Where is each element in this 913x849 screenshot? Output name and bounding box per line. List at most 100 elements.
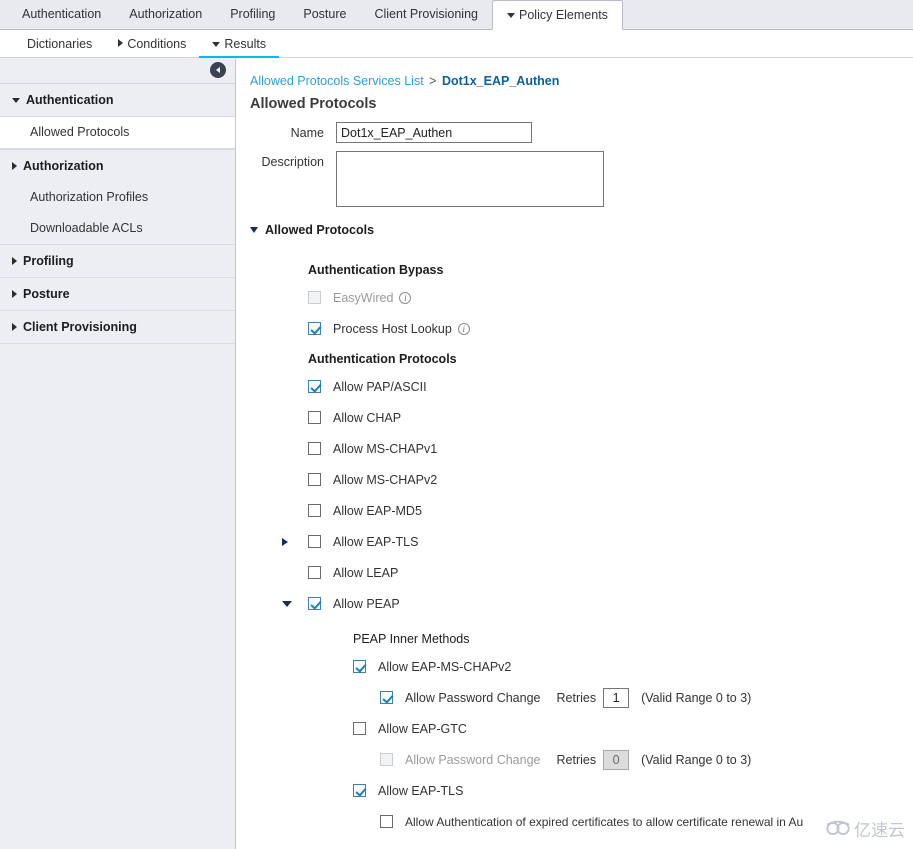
gtc-range-hint: (Valid Range 0 to 3) <box>641 752 752 767</box>
easywired-label: EasyWired <box>333 290 394 305</box>
allow-pap-ascii-label: Allow PAP/ASCII <box>333 379 427 394</box>
easywired-checkbox[interactable] <box>308 291 321 304</box>
allow-ms-chapv1-label: Allow MS-CHAPv1 <box>333 441 438 456</box>
sidebar-item-allowed-protocols[interactable]: Allowed Protocols <box>0 116 235 149</box>
tab-client-provisioning[interactable]: Client Provisioning <box>360 0 492 29</box>
allow-pap-ascii-checkbox[interactable] <box>308 380 321 393</box>
allow-leap-label: Allow LEAP <box>333 565 399 580</box>
description-textarea[interactable] <box>336 151 604 207</box>
triangle-down-icon <box>250 227 258 233</box>
sidebar-item-posture-label: Posture <box>23 287 70 301</box>
subtab-dictionaries[interactable]: Dictionaries <box>14 30 105 58</box>
option-row-easywired: EasyWired i <box>308 282 913 313</box>
expired-certificates-checkbox[interactable] <box>380 815 393 828</box>
chevron-down-icon <box>212 41 221 47</box>
tab-profiling[interactable]: Profiling <box>216 0 289 29</box>
main-content: Allowed Protocols Services List > Dot1x_… <box>236 58 913 849</box>
allow-leap-checkbox[interactable] <box>308 566 321 579</box>
allow-eap-gtc-checkbox[interactable] <box>353 722 366 735</box>
allow-eap-ms-chapv2-checkbox[interactable] <box>353 660 366 673</box>
triangle-down-icon <box>12 97 20 103</box>
sidebar-item-authorization-profiles[interactable]: Authorization Profiles <box>0 182 235 213</box>
gtc-retries-label: Retries <box>556 752 597 767</box>
chevron-left-icon <box>215 67 220 73</box>
tab-authorization-label: Authorization <box>129 7 203 21</box>
option-row-process-host-lookup: Process Host Lookup i <box>308 313 913 344</box>
description-label: Description <box>261 155 324 169</box>
breadcrumb-current: Dot1x_EAP_Authen <box>441 74 560 88</box>
sidebar-item-client-provisioning[interactable]: Client Provisioning <box>0 311 235 343</box>
tab-authentication[interactable]: Authentication <box>8 0 115 29</box>
info-icon[interactable]: i <box>457 322 470 335</box>
name-input[interactable] <box>336 122 532 143</box>
sidebar-item-client-provisioning-label: Client Provisioning <box>23 320 137 334</box>
option-row-expired-certificates: Allow Authentication of expired certific… <box>380 806 913 837</box>
process-host-lookup-checkbox[interactable] <box>308 322 321 335</box>
sidebar-item-downloadable-acls-label: Downloadable ACLs <box>30 221 143 235</box>
authentication-bypass-heading: Authentication Bypass <box>308 263 444 277</box>
gtc-retries-input[interactable] <box>603 749 630 770</box>
option-row-allow-eap-tls: Allow EAP-TLS <box>282 526 913 557</box>
gtc-password-change-checkbox[interactable] <box>380 753 393 766</box>
nav-group-posture: Posture <box>0 278 235 311</box>
peap-inner-methods-group: PEAP Inner Methods Allow EAP-MS-CHAPv2 A… <box>353 632 913 837</box>
option-row-allow-pap-ascii: Allow PAP/ASCII <box>308 371 913 402</box>
tab-policy-elements[interactable]: Policy Elements <box>492 0 623 30</box>
option-row-peap-allow-eap-tls: Allow EAP-TLS <box>353 775 913 806</box>
tab-policy-elements-label: Policy Elements <box>519 8 608 22</box>
tab-authorization[interactable]: Authorization <box>115 0 216 29</box>
secondary-tab-bar: Dictionaries Conditions Results <box>0 30 913 59</box>
allow-eap-md5-checkbox[interactable] <box>308 504 321 517</box>
peap-inner-methods-heading: PEAP Inner Methods <box>353 632 470 646</box>
allow-eap-tls-checkbox[interactable] <box>308 535 321 548</box>
expired-certificates-label: Allow Authentication of expired certific… <box>405 814 804 829</box>
sidebar-item-authorization[interactable]: Authorization <box>0 150 235 182</box>
page-body: Authentication Allowed Protocols Authori… <box>0 58 913 849</box>
option-row-allow-chap: Allow CHAP <box>308 402 913 433</box>
nav-group-client-provisioning: Client Provisioning <box>0 311 235 344</box>
allowed-protocols-section-header[interactable]: Allowed Protocols <box>250 223 913 237</box>
expand-arrow-down-icon[interactable] <box>282 600 292 607</box>
breadcrumb: Allowed Protocols Services List > Dot1x_… <box>250 74 913 88</box>
allow-ms-chapv1-checkbox[interactable] <box>308 442 321 455</box>
mschapv2-retries-input[interactable] <box>603 687 630 708</box>
sidebar-item-profiling[interactable]: Profiling <box>0 245 235 277</box>
mschapv2-password-change-label: Allow Password Change <box>405 690 541 705</box>
sidebar-collapse-button[interactable] <box>210 62 226 78</box>
allow-ms-chapv2-checkbox[interactable] <box>308 473 321 486</box>
subtab-results[interactable]: Results <box>199 30 279 59</box>
sidebar-item-posture[interactable]: Posture <box>0 278 235 310</box>
info-icon[interactable]: i <box>399 291 412 304</box>
sidebar-header <box>0 58 235 84</box>
authentication-protocols-heading: Authentication Protocols <box>308 352 457 366</box>
allow-peap-checkbox[interactable] <box>308 597 321 610</box>
name-form-row: Name <box>250 122 913 143</box>
nav-group-authorization: Authorization Authorization Profiles Dow… <box>0 150 235 245</box>
option-row-allow-eap-gtc: Allow EAP-GTC <box>353 713 913 744</box>
nav-group-authentication: Authentication Allowed Protocols <box>0 84 235 150</box>
tab-profiling-label: Profiling <box>230 7 276 21</box>
mschapv2-password-change-checkbox[interactable] <box>380 691 393 704</box>
gtc-password-change-label: Allow Password Change <box>405 752 541 767</box>
sidebar-item-authentication[interactable]: Authentication <box>0 84 235 116</box>
sidebar-item-allowed-protocols-label: Allowed Protocols <box>30 125 130 139</box>
tab-posture[interactable]: Posture <box>289 0 360 29</box>
sidebar: Authentication Allowed Protocols Authori… <box>0 58 236 849</box>
breadcrumb-link[interactable]: Allowed Protocols Services List <box>250 74 424 88</box>
expand-arrow-right-icon[interactable] <box>282 537 288 546</box>
nav-group-profiling: Profiling <box>0 245 235 278</box>
tab-posture-label: Posture <box>303 7 347 21</box>
triangle-right-icon <box>12 290 17 298</box>
option-row-allow-ms-chapv2: Allow MS-CHAPv2 <box>308 464 913 495</box>
authentication-bypass-group: Authentication Bypass EasyWired i Proces… <box>308 263 913 344</box>
chevron-right-icon <box>118 38 124 47</box>
triangle-right-icon <box>12 323 17 331</box>
option-row-mschapv2-password-change: Allow Password Change Retries (Valid Ran… <box>380 682 913 713</box>
subtab-conditions[interactable]: Conditions <box>105 30 199 58</box>
allow-chap-checkbox[interactable] <box>308 411 321 424</box>
peap-allow-eap-tls-checkbox[interactable] <box>353 784 366 797</box>
mschapv2-retries-label: Retries <box>556 690 597 705</box>
sidebar-item-downloadable-acls[interactable]: Downloadable ACLs <box>0 213 235 244</box>
option-row-allow-ms-chapv1: Allow MS-CHAPv1 <box>308 433 913 464</box>
sidebar-item-authorization-label: Authorization <box>23 159 104 173</box>
